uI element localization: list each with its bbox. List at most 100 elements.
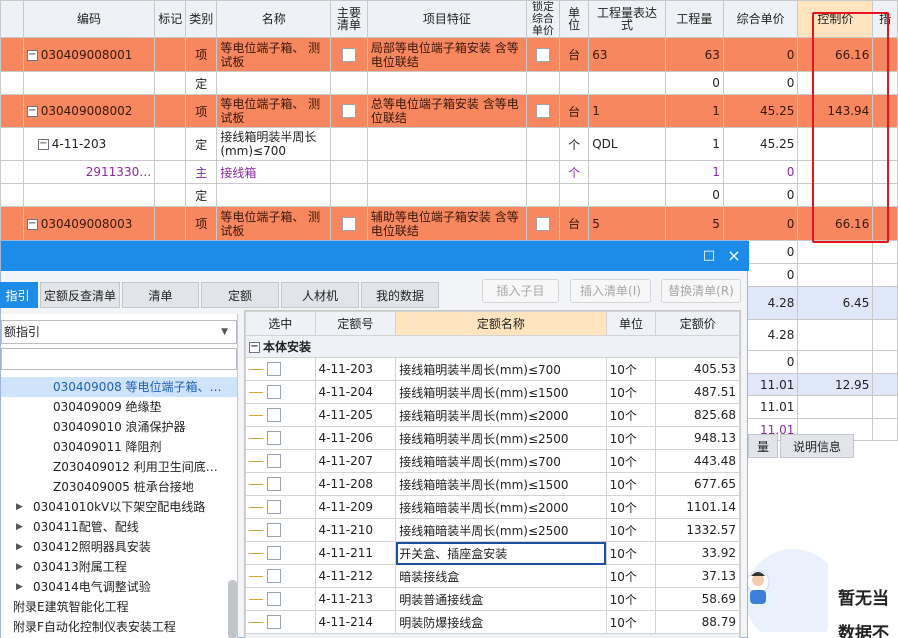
select-checkbox[interactable] [267,523,281,538]
tree-item[interactable]: 附录F自动化控制仪表安装工程 [1,617,237,637]
select-checkbox[interactable] [267,615,281,630]
tree-item[interactable]: 030409010 浪涌保护器 [1,417,237,437]
table-row[interactable]: 2911330… 主 接线箱 个 1 0 [0,160,898,184]
tab-guide[interactable]: 指引 [0,282,38,308]
col-type[interactable]: 类别 [185,0,218,38]
expand-arrow-icon[interactable]: ▶ [16,557,23,577]
tree-line [249,391,263,393]
tab-materials[interactable]: 人材机 [281,282,359,308]
insert-bill-button[interactable]: 插入清单(I) [570,279,651,303]
quota-row[interactable]: 4-11-214 明装防爆接线盒 10个 88.79 [245,610,740,634]
col-quota-name[interactable]: 定额名称 [395,311,607,336]
select-checkbox[interactable] [267,385,281,400]
tree-item[interactable]: ▶ 030412照明器具安装 [1,537,237,557]
quota-row[interactable]: 4-11-203 接线箱明装半周长(mm)≤700 10个 405.53 [245,357,740,381]
quota-row[interactable]: 4-11-208 接线箱暗装半周长(mm)≤1500 10个 677.65 [245,472,740,496]
restore-icon[interactable]: □ [700,247,718,265]
quota-row[interactable]: 4-11-210 接线箱暗装半周长(mm)≤2500 10个 1332.57 [245,518,740,542]
table-row[interactable]: 定 0 0 [0,71,898,95]
main-list-checkbox[interactable] [341,47,356,62]
select-checkbox[interactable] [267,454,281,469]
replace-bill-button[interactable]: 替换清单(R) [661,279,741,303]
quota-row[interactable]: 4-11-211 开关盒、插座盒安装 10个 33.92 [245,541,740,565]
quota-group[interactable]: −接线 [245,633,740,638]
select-checkbox[interactable] [267,408,281,423]
quota-row[interactable]: 4-11-213 明装普通接线盒 10个 58.69 [245,587,740,611]
lock-price-checkbox[interactable] [535,47,550,62]
select-checkbox[interactable] [267,362,281,377]
table-row[interactable]: −030409008003 项 等电位端子箱、 测试板 辅助等电位端子箱安装 含… [0,206,898,241]
tree-scrollbar[interactable] [228,580,237,638]
tab-quota[interactable]: 定额 [201,282,279,308]
expand-arrow-icon[interactable]: ▶ [16,577,23,597]
collapse-icon[interactable]: − [26,218,38,230]
insert-subitem-button[interactable]: 插入子目 [482,279,559,303]
col-unit-price[interactable]: 综合单价 [722,0,799,38]
col-unit[interactable]: 单位 [558,0,590,38]
close-icon[interactable]: × [725,247,743,265]
col-code[interactable]: 编码 [22,0,156,38]
quota-row[interactable]: 4-11-207 接线箱暗装半周长(mm)≤700 10个 443.48 [245,449,740,473]
select-checkbox[interactable] [267,477,281,492]
quota-row[interactable]: 4-11-205 接线箱明装半周长(mm)≤2000 10个 825.68 [245,403,740,427]
quota-row[interactable]: 4-11-206 接线箱明装半周长(mm)≤2500 10个 948.13 [245,426,740,450]
col-lock-price[interactable]: 锁定综合单价 [525,0,561,38]
select-checkbox[interactable] [267,500,281,515]
quota-row[interactable]: 4-11-212 暗装接线盒 10个 37.13 [245,564,740,588]
col-name[interactable]: 名称 [216,0,332,38]
collapse-icon[interactable]: − [26,106,38,117]
tab-bill[interactable]: 清单 [122,282,199,308]
expand-arrow-icon[interactable]: ▶ [16,537,23,557]
col-qty[interactable]: 工程量 [664,0,724,38]
col-expr[interactable]: 工程量表达式 [588,0,666,38]
tab-reverse-lookup[interactable]: 定额反查清单 [40,282,120,308]
main-list-checkbox[interactable] [341,216,356,231]
tree-item[interactable]: 030409008 等电位端子箱、… [1,377,237,397]
collapse-icon[interactable]: − [249,342,260,353]
tab-quantity[interactable]: 量 [748,434,778,458]
collapse-icon[interactable]: − [37,139,49,150]
dialog-titlebar[interactable]: □ × [1,241,749,271]
collapse-icon[interactable]: − [26,49,38,61]
col-feature[interactable]: 项目特征 [366,0,527,38]
quota-row[interactable]: 4-11-204 接线箱明装半周长(mm)≤1500 10个 487.51 [245,380,740,404]
lock-price-checkbox[interactable] [535,104,550,119]
table-row[interactable]: −4-11-203 定 接线箱明装半周长(mm)≤700 个 QDL 1 45.… [0,127,898,161]
empty-illustration-icon [745,549,828,632]
quota-group[interactable]: − 本体安装 [245,335,740,358]
expand-arrow-icon[interactable]: ▶ [16,497,23,517]
tree-item[interactable]: ▶ 030411配管、配线 [1,517,237,537]
tree-item[interactable]: 030409011 降阻剂 [1,437,237,457]
select-checkbox[interactable] [267,592,281,607]
col-quota-code[interactable]: 定额号 [314,311,397,336]
table-row[interactable]: −030409008001 项 等电位端子箱、 测试板 局部等电位端子箱安装 含… [0,37,898,72]
tree-search-input[interactable] [1,348,237,370]
select-checkbox[interactable] [267,431,281,446]
tree-item[interactable]: Z030409005 桩承台接地 [1,477,237,497]
col-select[interactable]: 选中 [245,311,316,336]
tree-item[interactable]: Z030409012 利用卫生间底… [1,457,237,477]
main-list-checkbox[interactable] [341,104,356,119]
tree-item[interactable]: 附录E建筑智能化工程 [1,597,237,617]
quota-row[interactable]: 4-11-209 接线箱暗装半周长(mm)≤2000 10个 1101.14 [245,495,740,519]
table-row[interactable]: −030409008002 项 等电位端子箱、 测试板 总等电位端子箱安装 含等… [0,94,898,128]
row-code[interactable]: −030409008001 [22,37,156,72]
chevron-down-icon[interactable]: ▼ [221,321,228,343]
tree-item[interactable]: ▶ 030413附属工程 [1,557,237,577]
col-quota-price[interactable]: 定额价 [655,311,740,336]
select-checkbox[interactable] [267,569,281,584]
col-quota-unit[interactable]: 单位 [605,311,657,336]
table-row[interactable]: 定 0 0 [0,183,898,207]
guide-type-select[interactable]: 额指引 ▼ [1,320,237,344]
tree-item[interactable]: 030409009 绝缘垫 [1,397,237,417]
tree-item[interactable]: ▶ 03041010kV以下架空配电线路 [1,497,237,517]
tab-description[interactable]: 说明信息 [780,434,854,458]
tree-item[interactable]: ▶ 030414电气调整试验 [1,577,237,597]
select-checkbox[interactable] [267,546,281,561]
col-mark[interactable]: 标记 [154,0,187,38]
lock-price-checkbox[interactable] [535,216,550,231]
col-main-list[interactable]: 主要清单 [330,0,368,38]
tab-my-data[interactable]: 我的数据 [361,282,439,308]
expand-arrow-icon[interactable]: ▶ [16,517,23,537]
empty-state-subtitle: 数据不 [838,624,889,638]
